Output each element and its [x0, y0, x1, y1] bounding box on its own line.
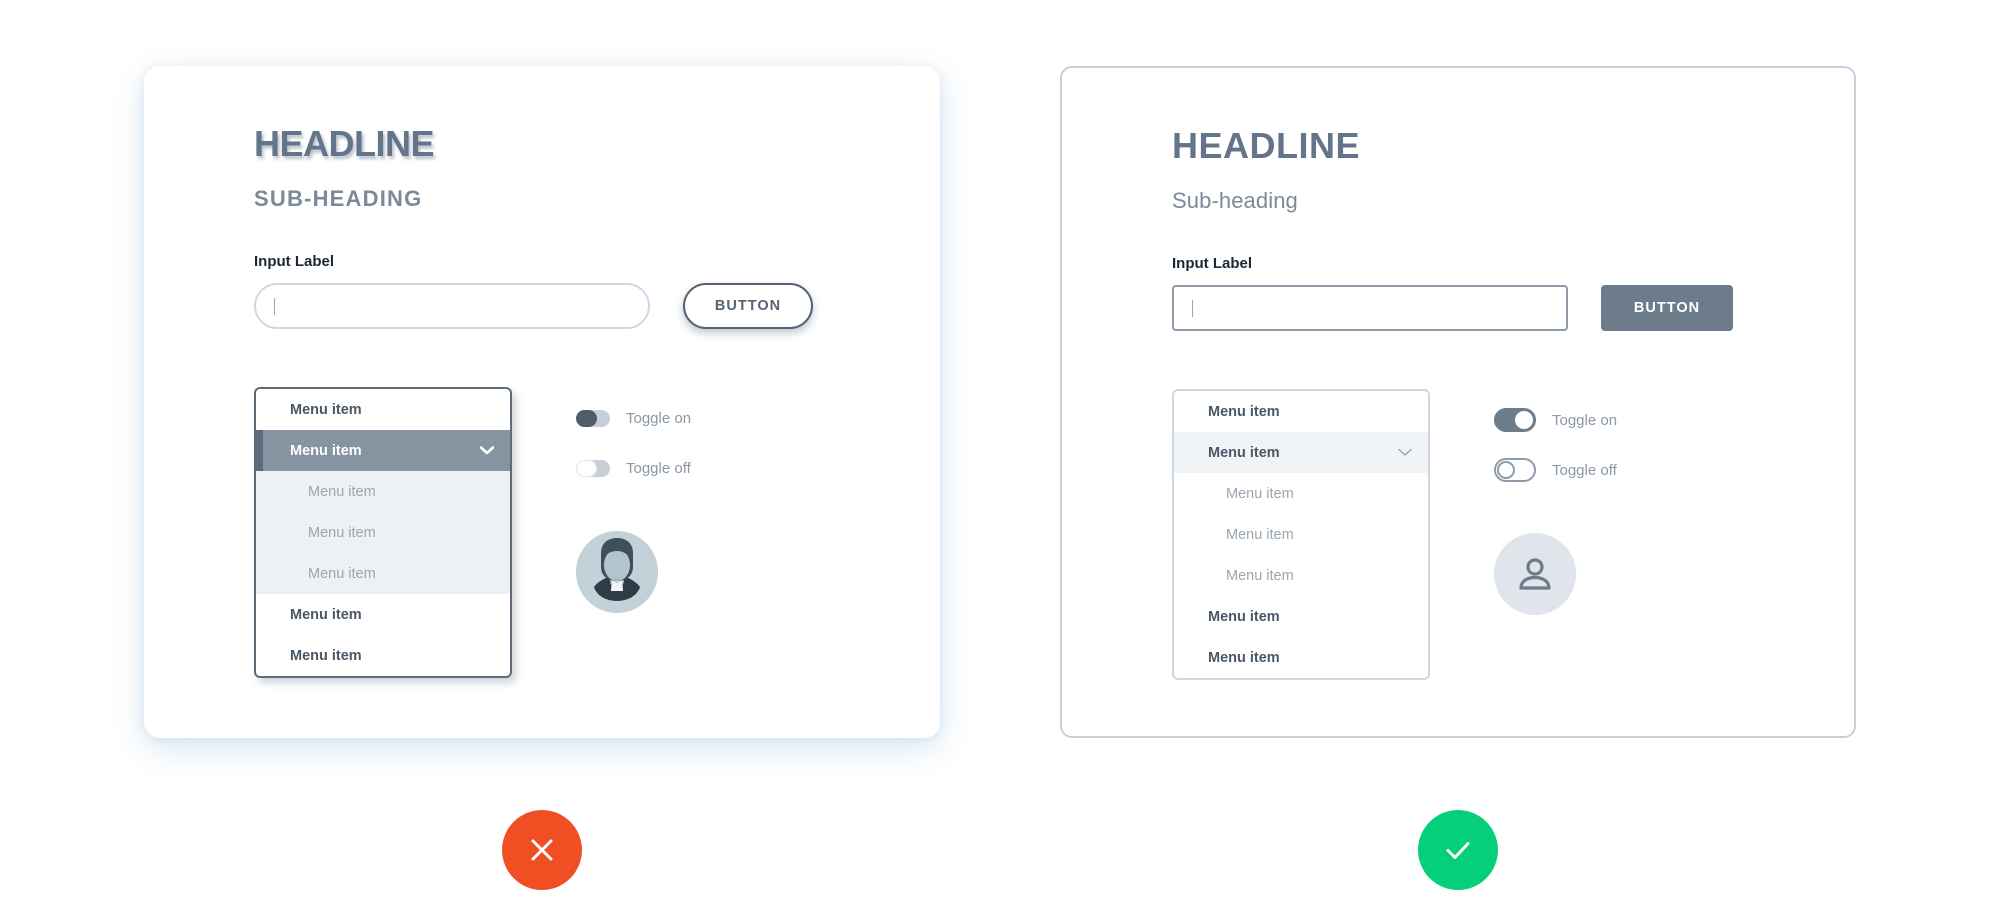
menu-item[interactable]: Menu item: [1174, 637, 1428, 678]
toggle-switch-on[interactable]: [1494, 408, 1536, 432]
menu-item[interactable]: Menu item: [1174, 514, 1428, 555]
page-title: HEADLINE: [254, 123, 435, 164]
menu-item[interactable]: Menu item: [1174, 391, 1428, 432]
input-row: BUTTON: [254, 283, 900, 329]
page-subtitle: Sub-heading: [1172, 188, 1298, 213]
avatar: [576, 531, 658, 613]
example-card-good: HEADLINE Sub-heading Input Label BUTTON …: [1060, 66, 1856, 738]
toggle-on-label: Toggle on: [626, 409, 692, 427]
text-caret: [1192, 299, 1193, 317]
text-caret: [274, 297, 275, 315]
menu-item[interactable]: Menu item: [256, 594, 510, 635]
dropdown-menu: Menu item Menu item Menu item Menu item: [1172, 389, 1430, 680]
menu-item[interactable]: Menu item: [256, 635, 510, 676]
menu-item[interactable]: Menu item: [1174, 473, 1428, 514]
input-label: Input Label: [1172, 255, 1252, 272]
toggle-off-row: Toggle off: [1494, 453, 1617, 487]
comparison-column-good: HEADLINE Sub-heading Input Label BUTTON …: [1060, 66, 1856, 900]
toggle-switch-off[interactable]: [1494, 458, 1536, 482]
page-title: HEADLINE: [1172, 125, 1361, 166]
page-subtitle: SUB-HEADING: [254, 186, 423, 211]
submit-button[interactable]: BUTTON: [683, 283, 813, 329]
toggle-on-row: Toggle on: [1494, 403, 1617, 437]
chevron-down-icon: [1398, 448, 1412, 457]
menu-item[interactable]: Menu item: [256, 553, 510, 594]
comparison-stage: HEADLINE SUB-HEADING Input Label BUTTON …: [0, 0, 2000, 900]
toggle-knob: [1497, 461, 1515, 479]
verdict-badge-incorrect: [502, 810, 582, 890]
controls-stack: Toggle on Toggle off: [576, 387, 691, 613]
input-label: Input Label: [254, 253, 334, 270]
controls-stack: Toggle on Toggle off: [1494, 389, 1617, 615]
text-input[interactable]: [1172, 285, 1568, 331]
toggle-switch-on[interactable]: [576, 409, 610, 427]
toggle-on-row: Toggle on: [576, 401, 691, 435]
comparison-column-bad: HEADLINE SUB-HEADING Input Label BUTTON …: [144, 66, 940, 900]
cross-icon: [531, 839, 553, 861]
toggle-off-row: Toggle off: [576, 451, 691, 485]
menu-item[interactable]: Menu item: [256, 471, 510, 512]
menu-item[interactable]: Menu item: [1174, 596, 1428, 637]
avatar: [1494, 533, 1576, 615]
menu-item-label: Menu item: [290, 442, 362, 459]
menu-item[interactable]: Menu item: [256, 512, 510, 553]
toggle-off-label: Toggle off: [1552, 461, 1617, 479]
toggle-switch-off[interactable]: [576, 459, 610, 477]
menu-item-label: Menu item: [1208, 444, 1280, 461]
text-input[interactable]: [254, 283, 650, 329]
menu-item[interactable]: Menu item: [1174, 555, 1428, 596]
toggle-knob: [576, 459, 597, 477]
chevron-down-icon: [480, 446, 494, 455]
example-card-bad: HEADLINE SUB-HEADING Input Label BUTTON …: [144, 66, 940, 738]
lower-section: Menu item Menu item Menu item Menu item: [1172, 389, 1814, 680]
toggle-knob: [576, 409, 597, 427]
toggle-off-label: Toggle off: [626, 459, 691, 477]
menu-item-active[interactable]: Menu item: [1174, 432, 1428, 473]
toggle-knob: [1515, 411, 1533, 429]
person-icon: [1519, 558, 1551, 590]
person-photo-illustration: [576, 531, 658, 613]
input-row: BUTTON: [1172, 285, 1814, 331]
submit-button[interactable]: BUTTON: [1601, 285, 1733, 331]
toggle-on-label: Toggle on: [1552, 411, 1618, 429]
menu-item[interactable]: Menu item: [256, 389, 510, 430]
lower-section: Menu item Menu item Menu item Menu item: [254, 387, 900, 678]
menu-item-active[interactable]: Menu item: [256, 430, 510, 471]
dropdown-menu: Menu item Menu item Menu item Menu item: [254, 387, 512, 678]
check-icon: [1446, 842, 1470, 859]
verdict-badge-correct: [1418, 810, 1498, 890]
